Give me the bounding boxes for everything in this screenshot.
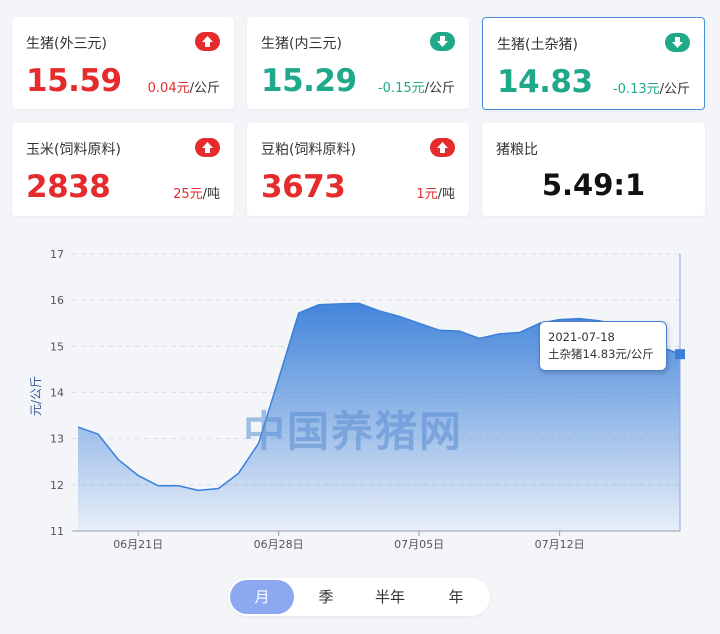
price-value: 15.59 <box>26 63 122 99</box>
period-tab-year[interactable]: 年 <box>424 580 488 614</box>
y-tick-label: 16 <box>50 294 64 307</box>
change-unit: /公斤 <box>189 81 220 96</box>
price-change: 0.04元/公斤 <box>148 77 220 96</box>
period-tab-month[interactable]: 月 <box>230 580 294 614</box>
watermark: 中国养猪网 <box>243 407 464 456</box>
price-change: 1元/吨 <box>416 183 455 202</box>
change-amount: 1元 <box>416 187 438 202</box>
x-tick-label: 07月05日 <box>394 538 444 551</box>
x-tick-label: 06月28日 <box>254 538 304 551</box>
hover-point <box>675 349 685 360</box>
card-title: 生猪(内三元) <box>261 36 342 52</box>
change-amount: 0.04元 <box>147 81 190 96</box>
arrow-up-icon <box>195 138 220 157</box>
price-change: -0.13元/公斤 <box>613 78 690 97</box>
price-value: 14.83 <box>497 64 593 100</box>
x-tick-label: 06月21日 <box>113 538 163 551</box>
arrow-down-icon <box>430 32 455 51</box>
card-corn[interactable]: 玉米(饲料原料) 2838 25元/吨 <box>12 123 234 216</box>
change-amount: 25元 <box>173 187 203 202</box>
change-unit: /吨 <box>202 187 220 202</box>
price-value: 2838 <box>26 169 111 205</box>
card-title: 生猪(外三元) <box>26 36 107 52</box>
arrow-up-icon <box>430 138 455 157</box>
y-tick-label: 13 <box>50 433 64 446</box>
y-tick-label: 12 <box>50 479 64 492</box>
price-change: -0.15元/公斤 <box>378 77 455 96</box>
arrow-down-icon <box>665 33 690 52</box>
y-tick-label: 11 <box>50 525 64 538</box>
change-unit: /吨 <box>437 187 455 202</box>
card-title: 生猪(土杂猪) <box>497 37 578 53</box>
price-value: 15.29 <box>261 63 357 99</box>
change-unit: /公斤 <box>659 82 690 97</box>
period-tab-quarter[interactable]: 季 <box>294 580 358 614</box>
arrow-up-icon <box>195 32 220 51</box>
card-title: 玉米(饲料原料) <box>26 142 121 158</box>
y-axis-label: 元/公斤 <box>29 376 43 416</box>
card-hog-grain-ratio[interactable]: 猪粮比 5.49:1 <box>482 123 705 216</box>
tooltip-label: 土杂猪14.83元/公斤 <box>548 347 654 361</box>
card-pig-native[interactable]: 生猪(土杂猪) 14.83 -0.13元/公斤 <box>482 17 705 110</box>
change-unit: /公斤 <box>424 81 455 96</box>
card-pig-outer[interactable]: 生猪(外三元) 15.59 0.04元/公斤 <box>12 17 234 109</box>
y-tick-label: 17 <box>50 248 64 261</box>
change-amount: -0.15元 <box>377 81 425 96</box>
card-title: 豆粕(饲料原料) <box>261 142 356 158</box>
y-tick-label: 14 <box>50 387 64 400</box>
period-tab-half-year[interactable]: 半年 <box>358 580 422 614</box>
price-change: 25元/吨 <box>173 183 220 202</box>
card-title: 猪粮比 <box>496 142 538 158</box>
tooltip-date: 2021-07-18 <box>548 330 615 344</box>
period-selector: 月 季 半年 年 <box>228 578 490 616</box>
ratio-value: 5.49:1 <box>541 168 646 202</box>
change-amount: -0.13元 <box>612 82 660 97</box>
card-pig-inner[interactable]: 生猪(内三元) 15.29 -0.15元/公斤 <box>247 17 469 109</box>
x-tick-label: 07月12日 <box>535 538 585 551</box>
card-soymeal[interactable]: 豆粕(饲料原料) 3673 1元/吨 <box>247 123 469 216</box>
y-tick-label: 15 <box>50 340 64 353</box>
chart-tooltip: 2021-07-18 土杂猪14.83元/公斤 <box>539 321 667 371</box>
price-value: 3673 <box>261 169 346 205</box>
